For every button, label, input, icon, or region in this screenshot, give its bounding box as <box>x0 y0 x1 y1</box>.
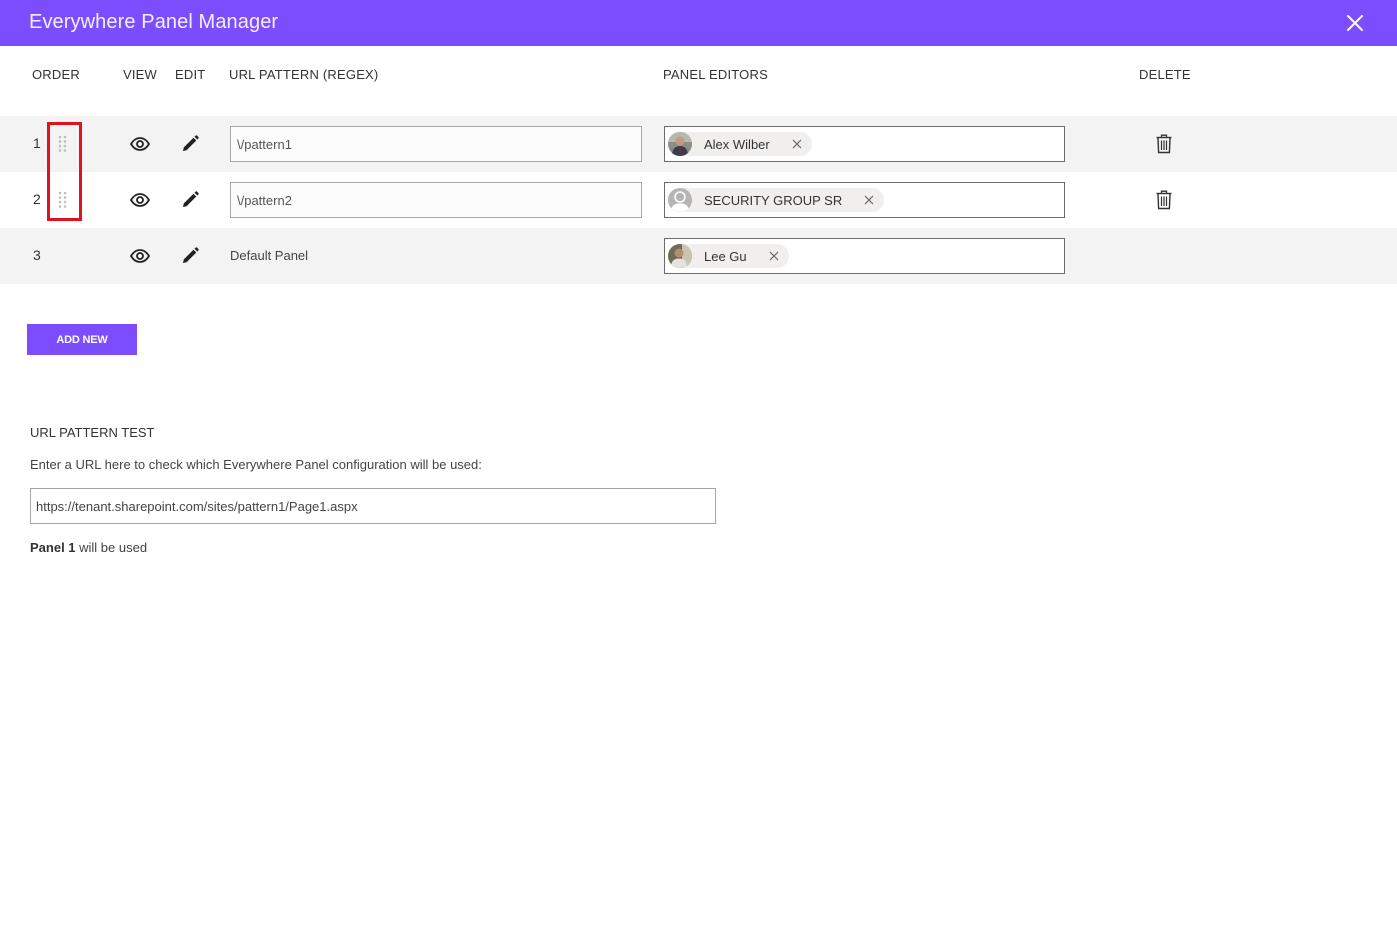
url-test-input[interactable] <box>30 488 716 524</box>
editor-name: SECURITY GROUP SR <box>704 192 843 208</box>
panel-editors-picker[interactable]: Lee Gu <box>664 238 1065 274</box>
url-test-description: Enter a URL here to check which Everywhe… <box>30 457 482 472</box>
drag-handle-icon[interactable] <box>57 135 69 153</box>
avatar <box>668 132 692 156</box>
panel-editors-picker[interactable]: SECURITY GROUP SR <box>664 182 1065 218</box>
pencil-icon[interactable] <box>180 190 200 210</box>
trash-icon[interactable] <box>1155 134 1173 154</box>
trash-icon[interactable] <box>1155 190 1173 210</box>
column-header-view: VIEW <box>123 67 158 82</box>
pencil-icon[interactable] <box>180 246 200 266</box>
url-test-result: Panel 1 will be used <box>30 540 147 555</box>
close-icon[interactable] <box>1345 13 1365 33</box>
order-number: 3 <box>33 247 41 263</box>
url-test-result-text: will be used <box>75 540 148 555</box>
avatar <box>668 244 692 268</box>
eye-icon[interactable] <box>129 136 151 152</box>
url-test-heading: URL PATTERN TEST <box>30 425 155 440</box>
panel-editors-picker[interactable]: Alex Wilber <box>664 126 1065 162</box>
column-header-url-pattern: URL PATTERN (REGEX) <box>229 67 379 82</box>
url-pattern-input[interactable] <box>230 182 642 218</box>
table-row: 3 Default Panel Lee Gu <box>0 228 1397 284</box>
editor-chip: SECURITY GROUP SR <box>668 188 885 212</box>
eye-icon[interactable] <box>129 248 151 264</box>
column-header-panel-editors: PANEL EDITORS <box>663 67 768 82</box>
column-header-edit: EDIT <box>175 67 206 82</box>
order-number: 2 <box>33 191 41 207</box>
editor-name: Lee Gu <box>704 248 747 264</box>
table-row: 2 SECURITY GROUP SR <box>0 172 1397 228</box>
eye-icon[interactable] <box>129 192 151 208</box>
default-panel-label: Default Panel <box>230 248 309 263</box>
drag-handle-icon[interactable] <box>57 191 69 209</box>
order-number: 1 <box>33 135 41 151</box>
remove-editor-icon[interactable] <box>862 193 876 207</box>
url-pattern-input[interactable] <box>230 126 642 162</box>
url-test-result-panel: Panel 1 <box>30 540 76 555</box>
remove-editor-icon[interactable] <box>790 137 804 151</box>
column-header-order: ORDER <box>32 67 80 82</box>
pencil-icon[interactable] <box>180 134 200 154</box>
remove-editor-icon[interactable] <box>767 249 781 263</box>
table-row: 1 Alex Wilber <box>0 116 1397 172</box>
editor-chip: Alex Wilber <box>668 132 812 156</box>
add-new-button[interactable]: ADD NEW <box>27 324 137 355</box>
avatar-placeholder-icon <box>668 188 692 212</box>
editor-name: Alex Wilber <box>704 136 770 152</box>
editor-chip: Lee Gu <box>668 244 789 268</box>
column-header-delete: DELETE <box>1139 67 1191 82</box>
title-bar: Everywhere Panel Manager <box>0 0 1397 46</box>
window-title: Everywhere Panel Manager <box>29 11 279 33</box>
